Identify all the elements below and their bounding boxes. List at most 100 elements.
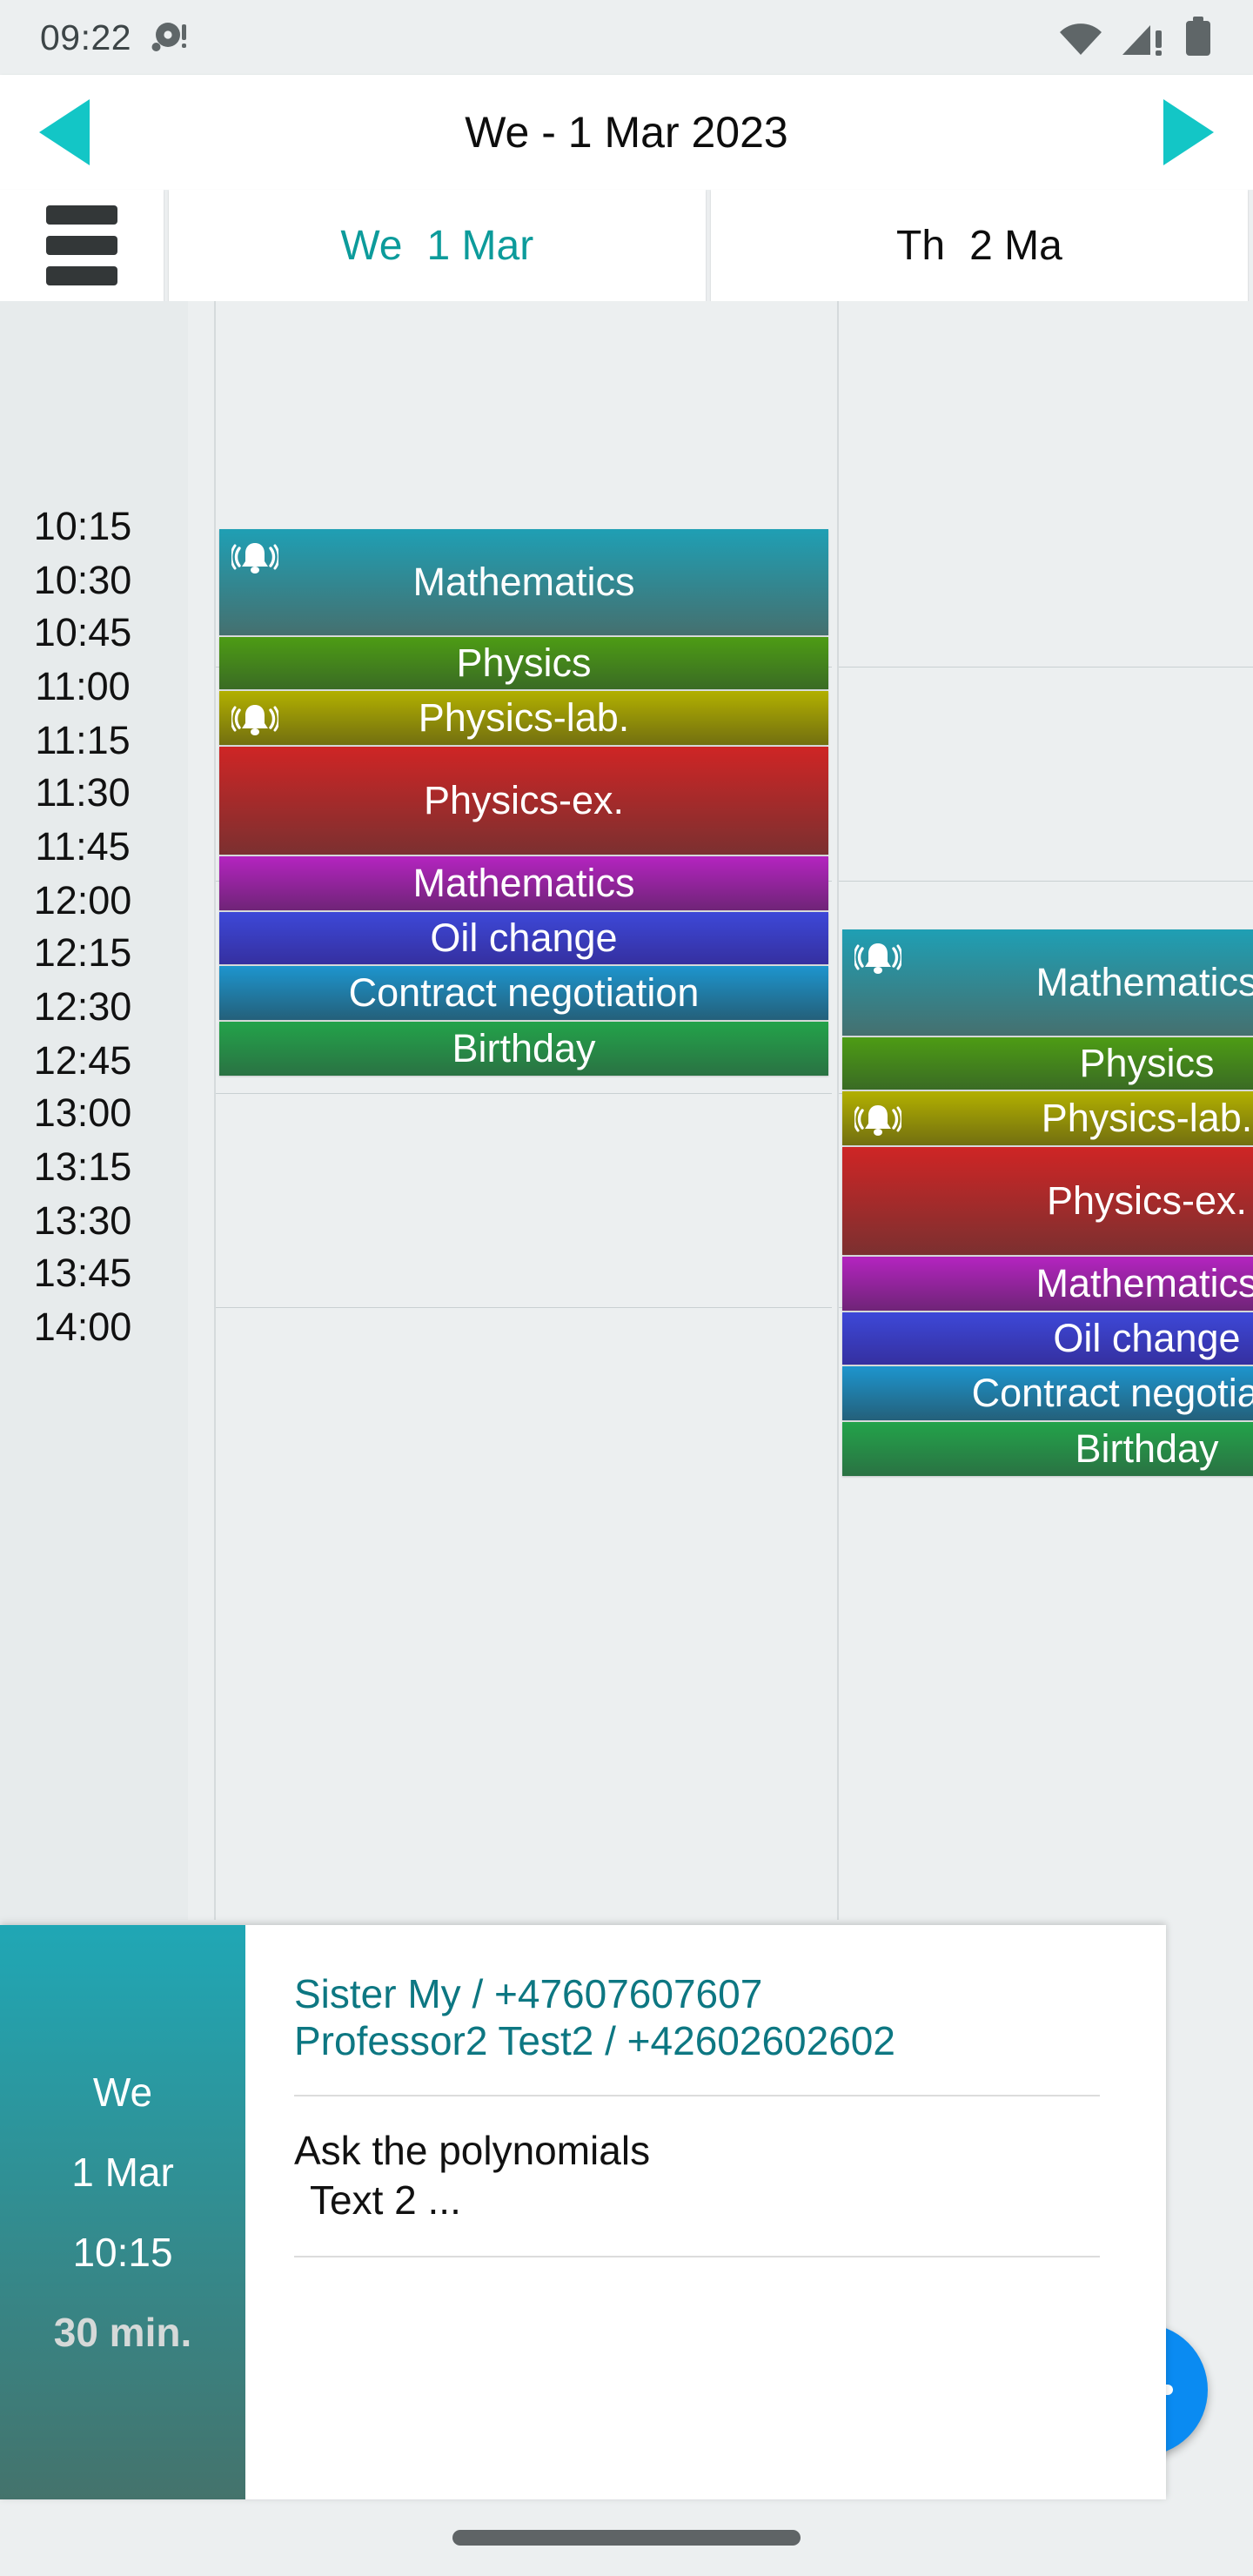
- time-label: 14:00: [33, 1305, 132, 1349]
- page-title: We - 1 Mar 2023: [465, 108, 788, 157]
- note-line-2: Text 2 ...: [310, 2177, 461, 2224]
- time-label: 11:00: [35, 664, 131, 708]
- hamburger-menu-icon: [45, 205, 117, 285]
- calendar-event-title: Physics: [456, 641, 592, 685]
- time-label: 12:30: [33, 984, 132, 1029]
- day-header-th-weekday: Th: [896, 222, 946, 269]
- battery-icon: [1186, 17, 1210, 56]
- hour-gridline: [216, 1093, 832, 1094]
- wifi-icon: [1060, 23, 1102, 55]
- day-column-we[interactable]: Mathematics Physics Physics-lab. Physics-ex…: [214, 301, 832, 1920]
- calendar-event[interactable]: Physics-lab.: [842, 1091, 1253, 1145]
- status-bar-system-icons: [1058, 17, 1213, 58]
- hour-gridline: [839, 881, 1253, 882]
- next-day-button[interactable]: [1122, 94, 1253, 171]
- calendar-event-title: Oil change: [430, 916, 618, 960]
- calendar-event[interactable]: Birthday: [842, 1422, 1253, 1476]
- event-detail-date: 1 Mar: [71, 2150, 174, 2195]
- calendar-event-title: Physics-lab.: [418, 695, 630, 740]
- event-detail-contacts[interactable]: Sister My / +47607607607 Professor2 Test…: [294, 1970, 1117, 2065]
- calendar-event[interactable]: Oil change: [842, 1312, 1253, 1365]
- time-label: 12:15: [33, 930, 132, 975]
- calendar-event[interactable]: Birthday: [219, 1022, 828, 1076]
- gesture-home-pill[interactable]: [452, 2530, 801, 2546]
- calendar-event[interactable]: Oil change: [219, 912, 828, 964]
- contact-line-2[interactable]: Professor2 Test2 / +42602602602: [294, 2017, 1117, 2064]
- time-label: 13:45: [33, 1251, 132, 1295]
- event-detail-note: Ask the polynomials Text 2 ...: [294, 2126, 1117, 2226]
- calendar-event-title: Physics-ex.: [423, 778, 625, 822]
- day-header-we-weekday: We: [340, 222, 403, 269]
- event-detail-time: 10:15: [72, 2230, 173, 2275]
- calendar-event-title: Contract negotiation: [971, 1371, 1253, 1415]
- status-bar: 09:22: [0, 0, 1253, 75]
- calendar-event-title: Physics-lab.: [1041, 1096, 1253, 1140]
- alarm-bell-icon: [230, 538, 280, 587]
- note-line-1: Ask the polynomials: [294, 2127, 651, 2173]
- calendar-event[interactable]: Physics-ex.: [842, 1147, 1253, 1255]
- notification-disc-icon: [151, 23, 187, 51]
- day-column-th[interactable]: Mathematics Physics Physics-lab. Physics-ex…: [837, 301, 1253, 1920]
- time-label: 11:15: [35, 718, 131, 762]
- day-header-we-date: 1 Mar: [426, 222, 534, 269]
- time-label: 13:30: [33, 1198, 132, 1243]
- vertical-scrollbar-track[interactable]: [174, 301, 361, 1920]
- status-bar-notification-icons: [151, 19, 191, 56]
- event-detail-summary: We 1 Mar 10:15 30 min.: [0, 1925, 245, 2499]
- calendar-event-title: Birthday: [1075, 1426, 1219, 1471]
- day-header-we[interactable]: We 1 Mar: [168, 190, 706, 301]
- alarm-bell-icon: [230, 700, 280, 749]
- calendar-app-screen: 09:22 We - 1 Mar 2023 We 1 Mar Th 2 Ma 1…: [0, 0, 1253, 2576]
- calendar-event-title: Mathematics: [412, 560, 635, 604]
- time-axis-column: 10:15 10:30 10:45 11:00 11:15 11:30 11:45 12:00…: [0, 301, 174, 1920]
- calendar-event-title: Birthday: [452, 1026, 596, 1070]
- calendar-event[interactable]: Physics-lab.: [219, 691, 828, 745]
- event-detail-weekday: We: [92, 2070, 153, 2115]
- time-label: 11:45: [35, 824, 131, 869]
- calendar-event[interactable]: Mathematics: [842, 1257, 1253, 1311]
- event-detail-content: Sister My / +47607607607 Professor2 Test…: [245, 1925, 1166, 2499]
- previous-day-button[interactable]: [0, 94, 131, 171]
- time-label: 13:15: [33, 1144, 132, 1189]
- calendar-event[interactable]: Physics: [842, 1037, 1253, 1090]
- alarm-bell-icon: [853, 938, 903, 988]
- calendar-event-title: Physics: [1079, 1041, 1215, 1085]
- calendar-event-title: Physics-ex.: [1046, 1178, 1248, 1223]
- calendar-event[interactable]: Contract negotiation: [842, 1366, 1253, 1420]
- calendar-event[interactable]: Mathematics: [842, 929, 1253, 1036]
- alarm-bell-icon: [853, 1100, 903, 1150]
- contact-line-1[interactable]: Sister My / +47607607607: [294, 1970, 1117, 2017]
- divider-2: [294, 2255, 1100, 2257]
- system-navigation-bar: [0, 2499, 1253, 2576]
- time-label: 10:15: [33, 504, 132, 548]
- previous-arrow-icon: [39, 99, 90, 165]
- calendar-event[interactable]: Mathematics: [219, 856, 828, 910]
- calendar-event-title: Mathematics: [1035, 1261, 1253, 1305]
- cellular-signal-warning-icon: [1122, 25, 1162, 56]
- day-header-row: We 1 Mar Th 2 Ma: [0, 190, 1253, 301]
- calendar-event[interactable]: Mathematics: [219, 529, 828, 635]
- event-detail-popup[interactable]: We 1 Mar 10:15 30 min. Sister My / +4760…: [0, 1925, 1166, 2499]
- calendar-event[interactable]: Contract negotiation: [219, 966, 828, 1020]
- next-arrow-icon: [1163, 99, 1214, 165]
- calendar-event-title: Mathematics: [412, 861, 635, 905]
- time-label: 12:00: [33, 878, 132, 922]
- calendar-event-title: Contract negotiation: [348, 970, 700, 1015]
- time-label: 12:45: [33, 1038, 132, 1083]
- status-bar-clock: 09:22: [40, 17, 132, 57]
- event-detail-duration: 30 min.: [53, 2310, 192, 2355]
- time-label: 10:45: [33, 610, 132, 654]
- calendar-grid: 10:15 10:30 10:45 11:00 11:15 11:30 11:45 12:00…: [0, 301, 1253, 1920]
- day-header-th[interactable]: Th 2 Ma: [710, 190, 1248, 301]
- menu-button[interactable]: [0, 190, 164, 301]
- calendar-event[interactable]: Physics: [219, 637, 828, 689]
- calendar-event[interactable]: Physics-ex.: [219, 747, 828, 855]
- time-label: 13:00: [33, 1090, 132, 1135]
- day-header-th-date: 2 Ma: [969, 222, 1062, 269]
- time-label: 11:30: [35, 770, 131, 815]
- calendar-event-title: Oil change: [1053, 1316, 1241, 1360]
- divider-1: [294, 2094, 1100, 2096]
- hour-gridline: [216, 1307, 832, 1308]
- time-label: 10:30: [33, 558, 132, 602]
- calendar-event-title: Mathematics: [1035, 960, 1253, 1004]
